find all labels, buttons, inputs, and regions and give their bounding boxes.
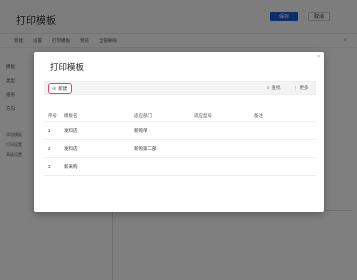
table-row[interactable]: 2 发料店 新购第二部 [44,140,316,158]
table-header: 序号 模板名 适应部门 适应型号 备注 [44,110,316,122]
cell-dept: 新购第二部 [134,145,157,151]
cell-name: 发料店 [64,127,78,133]
close-icon[interactable]: × [317,54,320,60]
column-header: 适应型号 [194,112,212,118]
more-icon: ⋮ [293,85,298,90]
column-header: 备注 [254,112,263,118]
table-row[interactable]: 3 新采购 [44,158,316,176]
plus-icon: ⊕ [52,85,57,92]
more-button[interactable]: ⋮ 更多 [293,85,309,91]
cell-index: 2 [48,146,51,151]
dialog-title: 打印模板 [50,62,85,72]
cell-name: 新采购 [64,163,78,169]
search-button-label: 查找 [271,85,281,90]
more-button-label: 更多 [299,85,309,90]
print-template-dialog: 打印模板 × ⊕ 新建 ⌕ 查找 ⋮ 更多 序号 模板名 适应部门 适应型号 备… [34,52,324,212]
template-table: 序号 模板名 适应部门 适应型号 备注 1 发料店 新购单 2 发料店 新购第二… [44,110,316,176]
table-row[interactable]: 1 发料店 新购单 [44,122,316,140]
cell-dept: 新购单 [134,127,148,133]
column-header: 序号 [48,112,57,118]
cell-index: 3 [48,164,51,169]
search-icon: ⌕ [267,85,270,90]
new-button[interactable]: ⊕ 新建 [48,83,72,94]
cell-index: 1 [48,128,51,133]
column-header: 适应部门 [134,112,152,118]
cell-name: 发料店 [64,145,78,151]
search-button[interactable]: ⌕ 查找 [267,85,281,91]
dialog-toolbar: ⊕ 新建 ⌕ 查找 ⋮ 更多 [44,81,316,95]
new-button-label: 新建 [58,85,68,91]
column-header: 模板名 [64,112,78,118]
